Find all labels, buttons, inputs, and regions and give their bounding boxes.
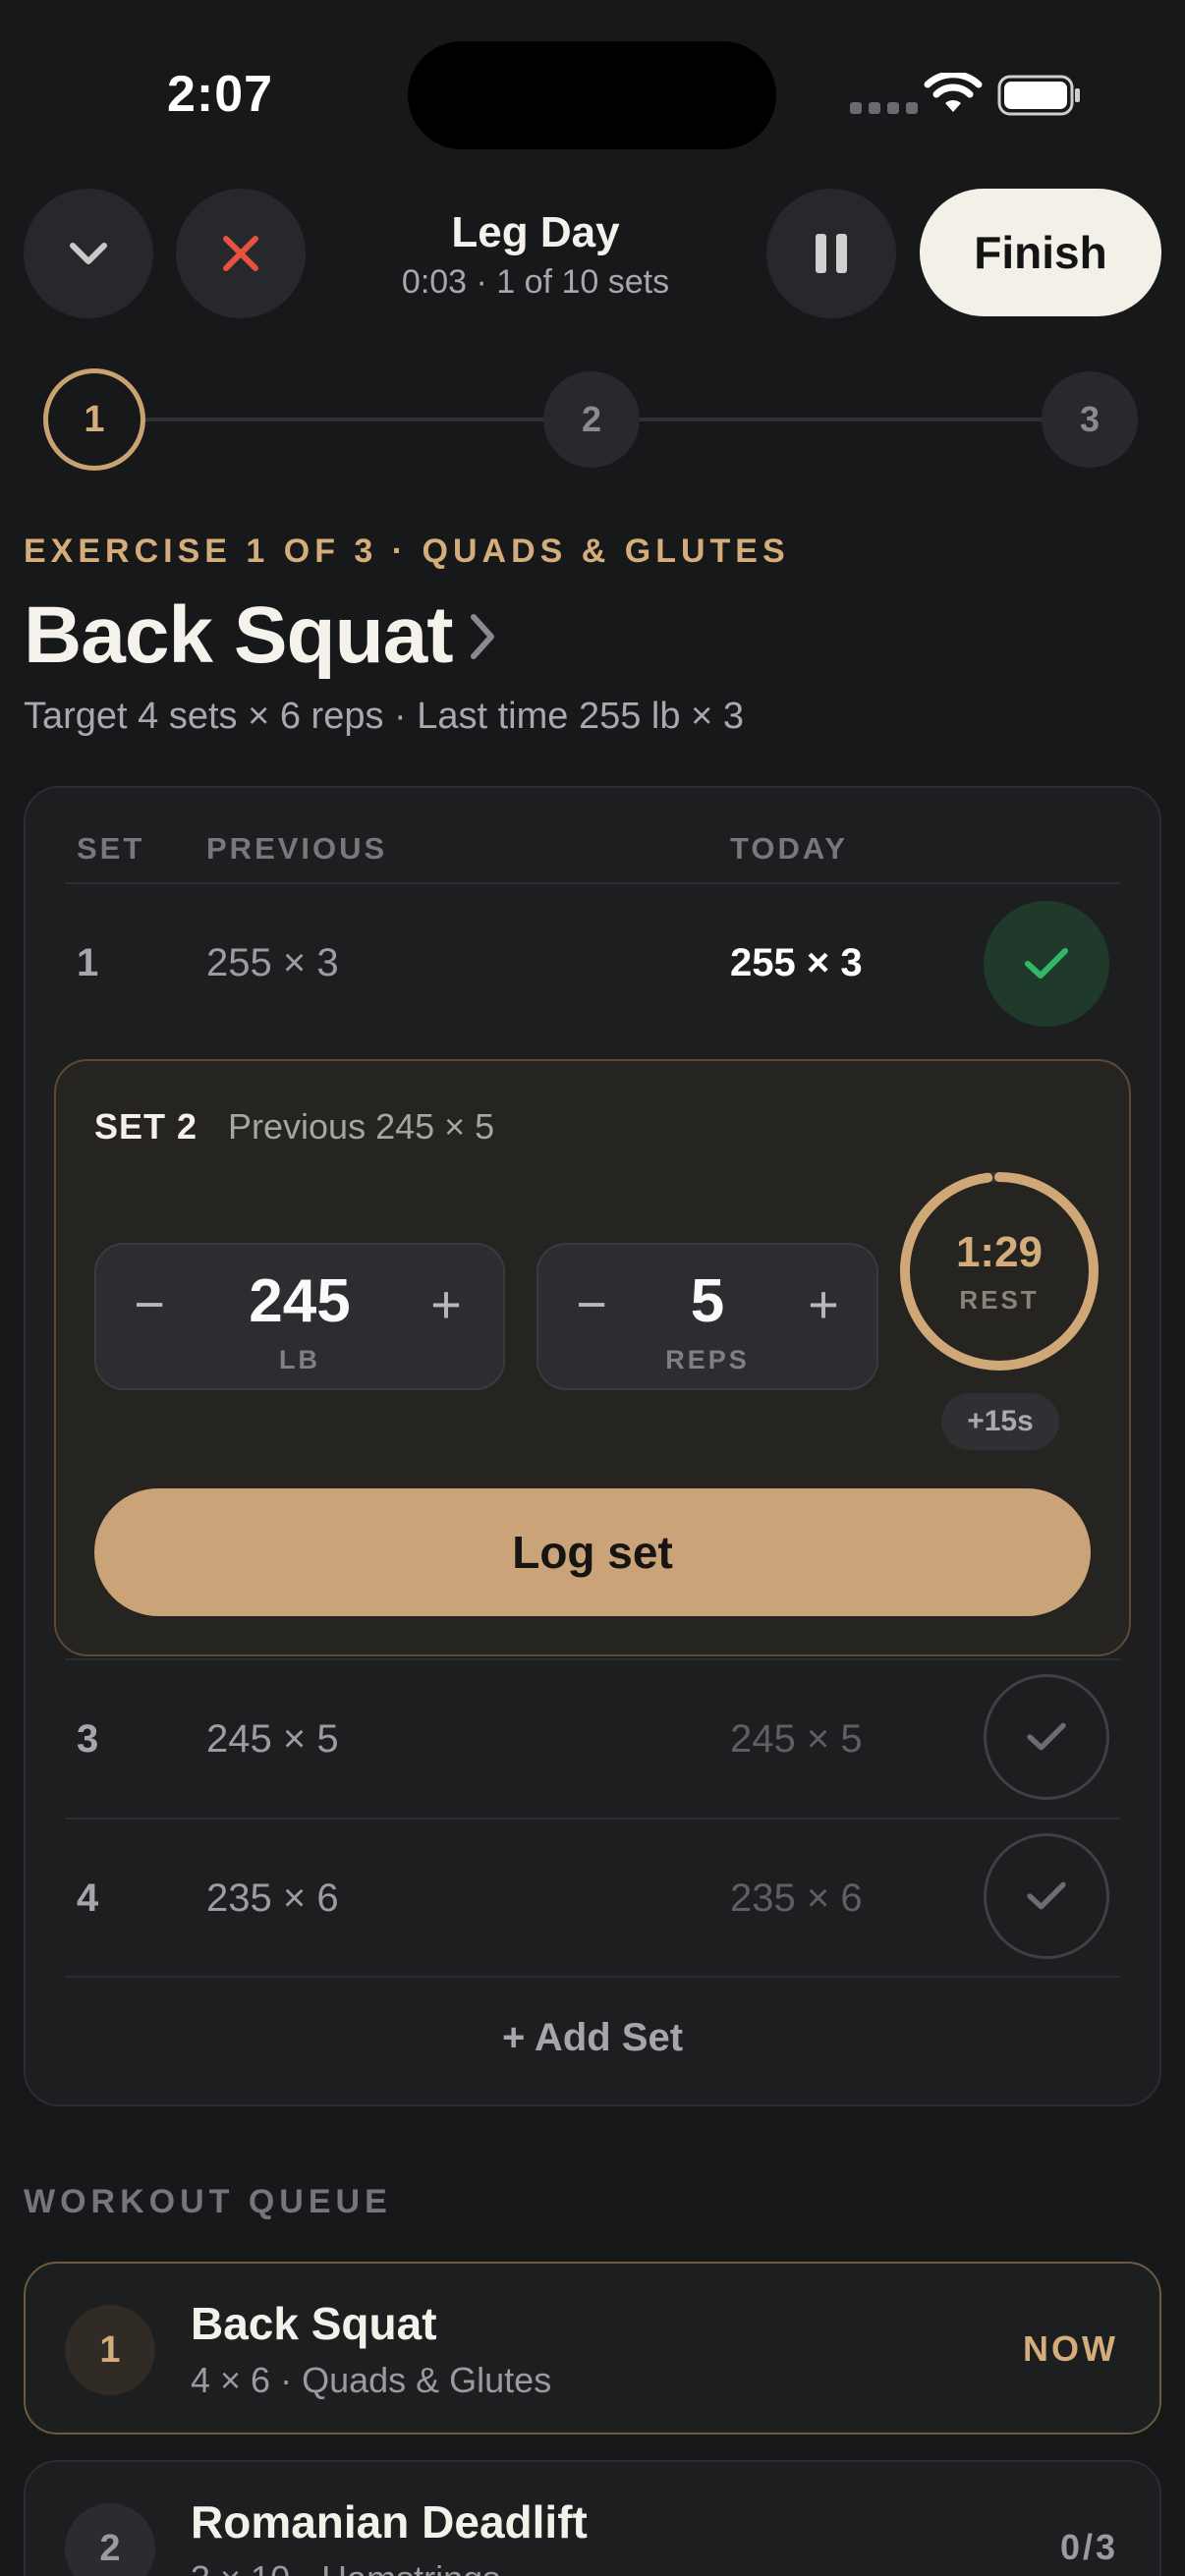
pause-button[interactable] [766,189,896,318]
collapse-button[interactable] [24,189,153,318]
discard-workout-button[interactable] [176,189,306,318]
dynamic-island [408,41,776,149]
divider [65,1818,1120,1820]
set-complete-toggle[interactable] [984,1833,1109,1959]
divider [65,882,1120,884]
status-time: 2:07 [167,66,274,123]
workout-title: Leg Day [451,208,620,256]
queue-item-name: Romanian Deadlift [191,2496,588,2548]
exercise-step-1[interactable]: 1 [43,368,145,471]
chevron-down-icon [70,243,107,264]
column-header-today: TODAY [730,831,849,866]
wifi-icon [924,73,983,112]
set-row-previous: 235 × 6 [206,1876,339,1920]
queue-item-meta: 4 × 6 · Quads & Glutes [191,2360,552,2400]
weight-increment-button[interactable]: + [417,1274,476,1335]
queue-item-number: 1 [65,2305,155,2395]
exercise-step-3[interactable]: 3 [1042,371,1138,468]
set-row-number: 1 [77,941,99,984]
set-row-today: 235 × 6 [730,1876,863,1920]
active-set-previous: Previous 245 × 5 [228,1106,495,1147]
exercise-step-2[interactable]: 2 [543,371,640,468]
set-row-previous: 255 × 3 [206,941,339,984]
queue-item-name: Back Squat [191,2298,437,2349]
queue-item-status: 0/3 [1059,2527,1118,2567]
set-row-number: 3 [77,1717,99,1761]
rest-timer-label: REST [959,1285,1040,1315]
screen: 2:07 Leg Day 0:03 · 1 of 10 sets Finish … [0,0,1185,2576]
set-row-number: 4 [77,1876,99,1920]
pause-icon [816,234,847,273]
finish-button[interactable]: Finish [920,189,1161,316]
column-header-set: SET [77,831,145,866]
divider [65,1658,1120,1660]
log-set-button[interactable]: Log set [94,1488,1091,1616]
active-set-label: SET 2 [94,1106,198,1147]
queue-item[interactable]: 1 Back Squat 4 × 6 · Quads & Glutes NOW [24,2262,1161,2435]
checkmark-icon [1027,1881,1066,1910]
reps-increment-button[interactable]: + [794,1274,853,1335]
set-row-today: 245 × 5 [730,1717,863,1761]
set-row-today: 255 × 3 [730,941,863,984]
queue-item-number: 2 [65,2503,155,2576]
set-complete-toggle[interactable] [984,901,1109,1027]
add-set-button[interactable]: + Add Set [24,2016,1161,2060]
weight-stepper: − 245 LB + [94,1243,505,1390]
reps-stepper: − 5 REPS + [536,1243,878,1390]
weight-unit: LB [279,1345,320,1374]
exercise-kicker: EXERCISE 1 OF 3 · QUADS & GLUTES [24,532,790,570]
checkmark-icon [1027,1722,1066,1751]
queue-item[interactable]: 2 Romanian Deadlift 3 × 10 · Hamstrings … [24,2460,1161,2576]
queue-item-meta: 3 × 10 · Hamstrings [191,2558,500,2576]
queue-item-status: NOW [1023,2328,1118,2369]
workout-progress: 0:03 · 1 of 10 sets [401,263,670,301]
column-header-previous: PREVIOUS [206,831,388,866]
reps-unit: REPS [665,1345,750,1374]
close-icon [223,236,258,271]
queue-title: WORKOUT QUEUE [24,2183,392,2220]
chevron-right-icon[interactable] [464,607,503,666]
checkmark-icon [1025,948,1068,979]
battery-icon [997,75,1080,116]
exercise-name[interactable]: Back Squat [24,589,454,682]
set-row-previous: 245 × 5 [206,1717,339,1761]
divider [65,1976,1120,1978]
rest-timer-value: 1:29 [955,1228,1044,1276]
cellular-signal-icon [850,102,918,114]
exercise-target: Target 4 sets × 6 reps · Last time 255 l… [24,696,744,737]
set-complete-toggle[interactable] [984,1674,1109,1800]
add-rest-time-button[interactable]: +15s [941,1393,1059,1450]
